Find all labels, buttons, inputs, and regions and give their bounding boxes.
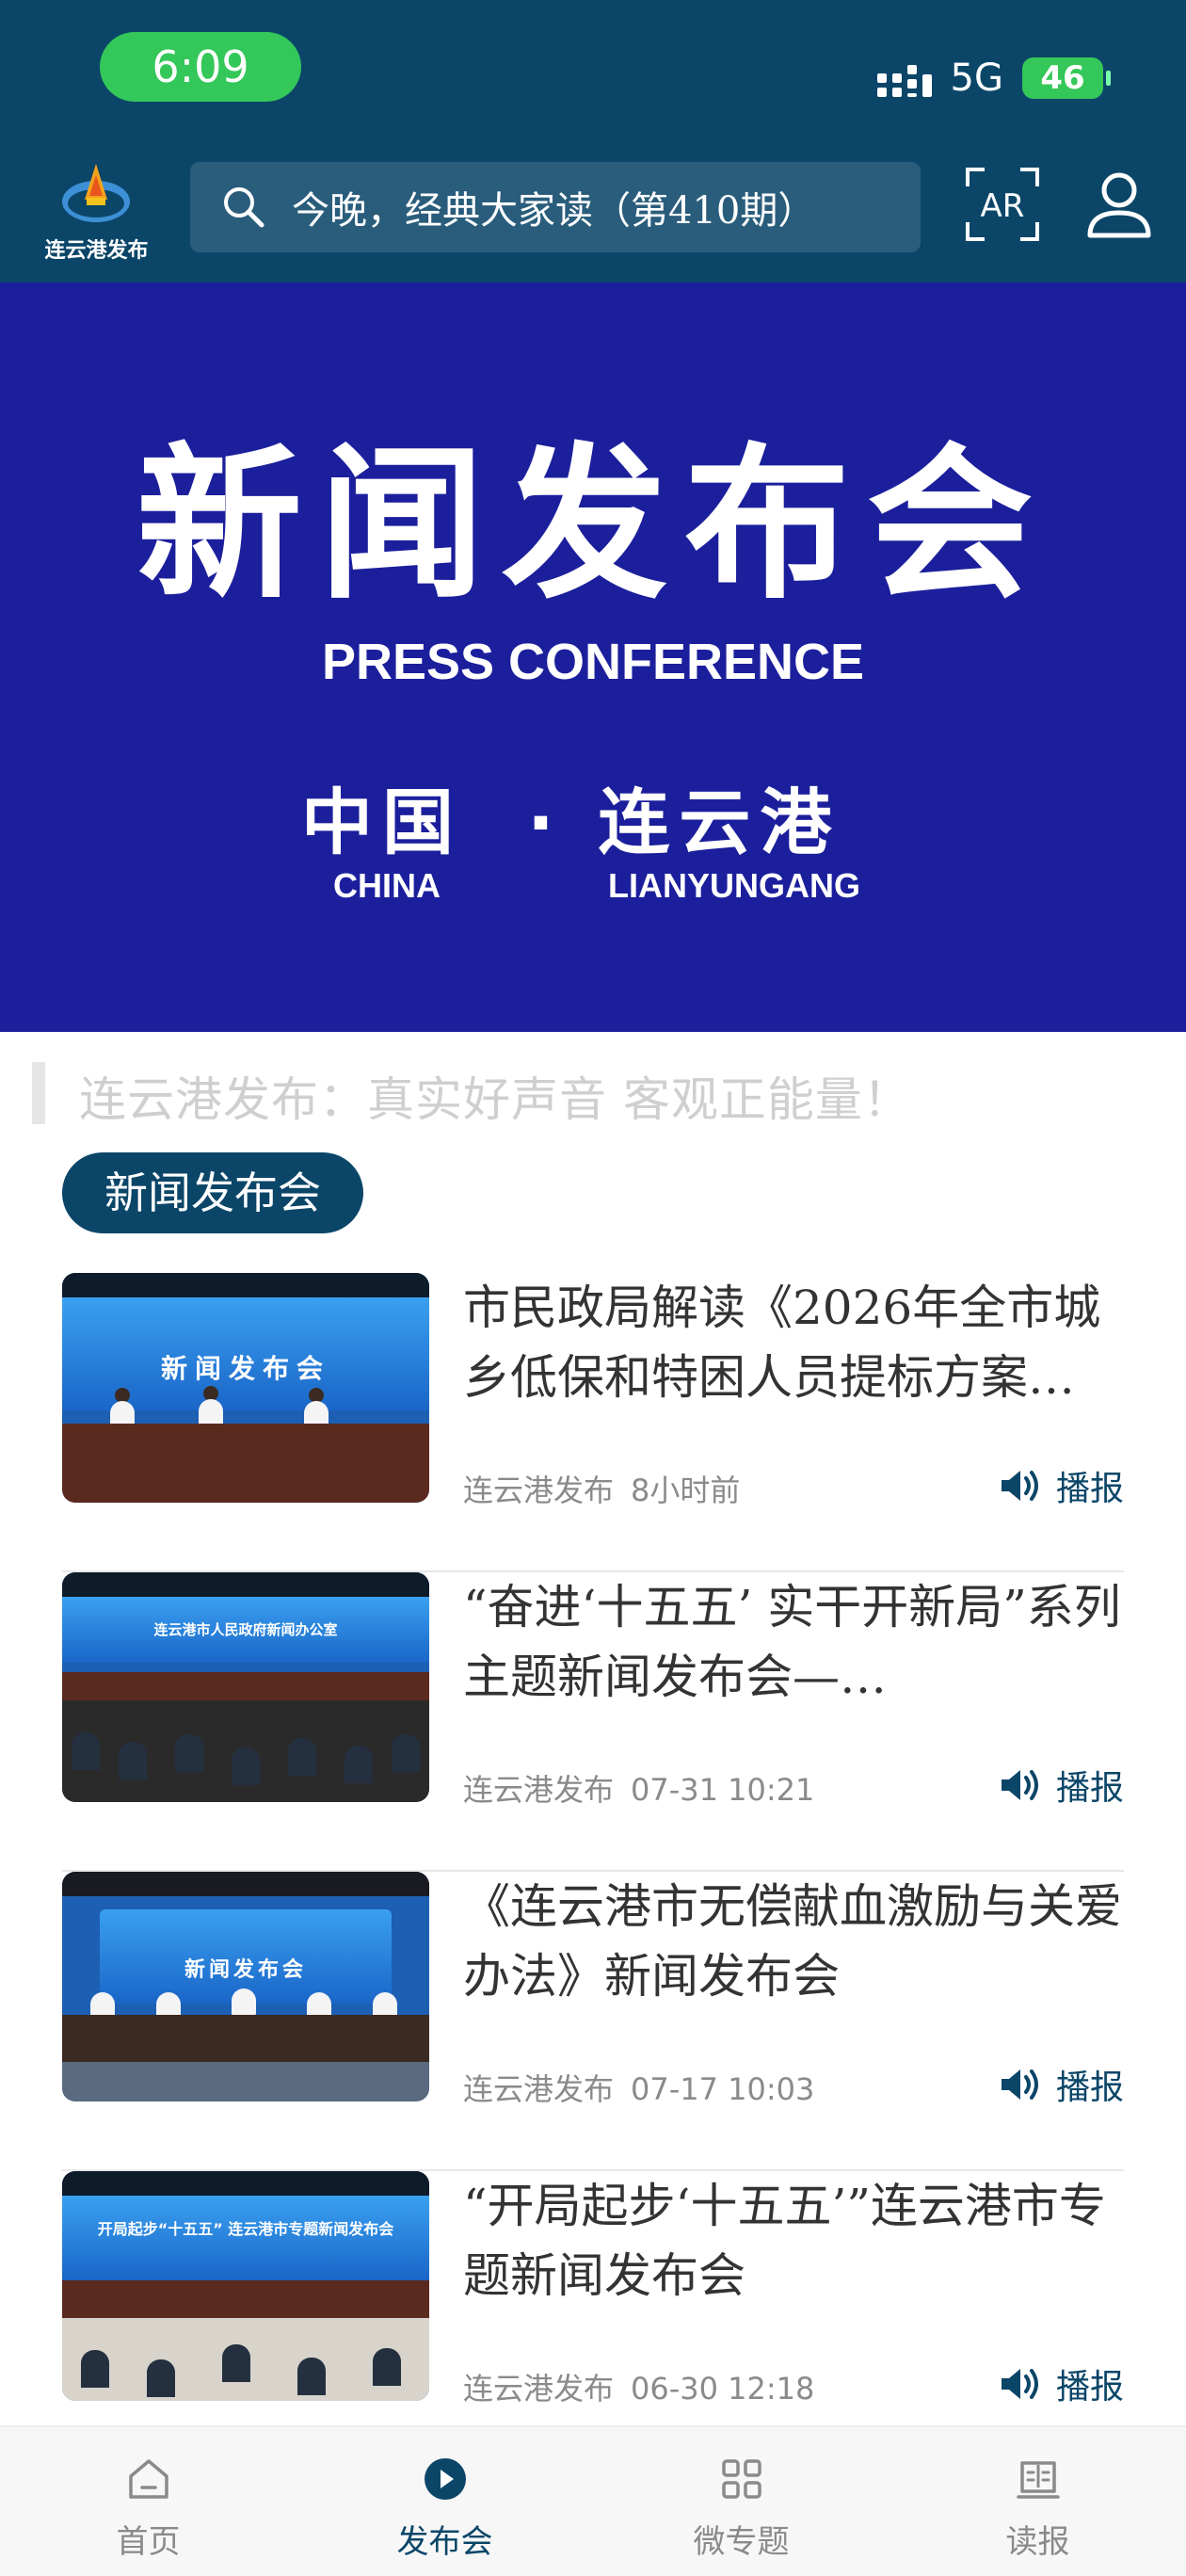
news-title: “奋进‘十五五’ 实干开新局”系列主题新闻发布会—… bbox=[463, 1580, 1121, 1704]
tab-topics[interactable]: 微专题 bbox=[593, 2427, 890, 2576]
speaker-icon bbox=[1001, 2369, 1038, 2399]
tab-press-conference[interactable]: 发布会 bbox=[296, 2427, 593, 2576]
news-title: “开局起步‘十五五’”连云港市专题新闻发布会 bbox=[463, 2179, 1106, 2303]
broadcast-button[interactable]: 播报 bbox=[998, 2359, 1124, 2408]
battery-level: 46 bbox=[1040, 59, 1085, 97]
search-placeholder: 今晚，经典大家读（第410期） bbox=[292, 189, 816, 233]
thumbnail-screen-text: 连云港市人民政府新闻办公室 bbox=[153, 1621, 338, 1638]
news-source: 连云港发布 bbox=[463, 2371, 615, 2407]
speaker-icon bbox=[1001, 1471, 1038, 1501]
home-icon bbox=[128, 2459, 168, 2499]
tab-home[interactable]: 首页 bbox=[0, 2427, 296, 2576]
thumbnail-screen-text: 开局起步“十五五” 连云港市专题新闻发布会 bbox=[97, 2220, 394, 2238]
broadcast-label: 播报 bbox=[1055, 1769, 1124, 1808]
news-thumbnail: 连云港市人民政府新闻办公室 bbox=[62, 1572, 429, 1802]
broadcast-button[interactable]: 播报 bbox=[998, 1461, 1124, 1510]
news-title: 市民政局解读《2026年全市城乡低保和特困人员提标方案… bbox=[463, 1280, 1101, 1405]
broadcast-label: 播报 bbox=[1055, 1470, 1124, 1508]
banner-title-en: PRESS CONFERENCE bbox=[321, 634, 865, 690]
newspaper-icon bbox=[1016, 2461, 1060, 2499]
banner-place-china: 中国 bbox=[301, 781, 463, 864]
slogan-marker bbox=[32, 1062, 45, 1124]
logo-text: 连云港发布 bbox=[44, 238, 149, 263]
status-time: 6:09 bbox=[100, 32, 301, 102]
thumbnail-screen-text: 新闻发布会 bbox=[184, 1958, 307, 1982]
news-meta: 连云港发布 8小时前 bbox=[463, 1467, 740, 1510]
user-profile-icon[interactable] bbox=[1081, 166, 1158, 243]
network-type: 5G bbox=[950, 56, 1003, 100]
news-source: 连云港发布 bbox=[463, 1772, 615, 1808]
news-time: 07-31 10:21 bbox=[631, 1772, 815, 1808]
app-header: 6:09 5G 46 连云港发布 今晚，经典大家读（第410期） AR bbox=[0, 0, 1186, 282]
banner-place-china-en: CHINA bbox=[333, 866, 441, 905]
play-icon bbox=[424, 2458, 466, 2500]
search-bar[interactable]: 今晚，经典大家读（第410期） bbox=[190, 162, 921, 252]
status-indicators: 5G 46 bbox=[876, 55, 1111, 102]
slogan-text: 连云港发布：真实好声音 客观正能量！ bbox=[79, 1072, 911, 1127]
news-item[interactable]: 新闻发布会 《连云港市无偿献血激励与关爱办法》新闻发布会 连云港发布 07-17 … bbox=[62, 1872, 1124, 2171]
app-logo[interactable]: 连云港发布 bbox=[38, 153, 155, 266]
news-thumbnail: 新闻发布会 bbox=[62, 1872, 429, 2101]
news-time: 8小时前 bbox=[631, 1473, 741, 1508]
news-meta: 连云港发布 07-31 10:21 bbox=[463, 1766, 814, 1810]
battery-icon: 46 bbox=[1022, 57, 1111, 99]
banner-place-lyg-en: LIANYUNGANG bbox=[608, 866, 860, 905]
news-item[interactable]: 连云港市人民政府新闻办公室 “奋进‘十五五’ 实干开新局”系列主题新闻发布会—…… bbox=[62, 1572, 1124, 1872]
tab-label: 首页 bbox=[116, 2523, 181, 2561]
news-time: 07-17 10:03 bbox=[631, 2071, 815, 2107]
grid-icon bbox=[721, 2459, 761, 2499]
ar-scan-button[interactable]: AR bbox=[964, 166, 1041, 243]
press-conference-banner[interactable]: 新闻发布会 PRESS CONFERENCE 中国 · 连云港 CHINA LI… bbox=[0, 282, 1186, 1032]
tab-label: 微专题 bbox=[693, 2523, 790, 2561]
news-item[interactable]: 新闻发布会 市民政局解读《2026年全市城乡低保和特困人员提标方案… 连云港发布… bbox=[62, 1273, 1124, 1572]
news-meta: 连云港发布 06-30 12:18 bbox=[463, 2365, 814, 2408]
bottom-tab-bar: 首页 发布会 微专题 读报 bbox=[0, 2425, 1186, 2576]
broadcast-button[interactable]: 播报 bbox=[998, 1761, 1124, 1810]
tab-label: 读报 bbox=[1005, 2523, 1070, 2561]
speaker-icon bbox=[1001, 2069, 1038, 2100]
section-title-pill: 新闻发布会 bbox=[62, 1152, 363, 1233]
banner-place-lyg: · 连云港 bbox=[527, 781, 841, 864]
news-source: 连云港发布 bbox=[463, 2071, 615, 2107]
search-icon bbox=[224, 187, 264, 228]
thumbnail-screen-text: 新闻发布会 bbox=[160, 1353, 330, 1384]
news-meta: 连云港发布 07-17 10:03 bbox=[463, 2066, 814, 2109]
banner-title-cn: 新闻发布会 bbox=[136, 428, 1050, 621]
broadcast-button[interactable]: 播报 bbox=[998, 2060, 1124, 2109]
tab-label: 发布会 bbox=[396, 2523, 493, 2561]
news-thumbnail: 开局起步“十五五” 连云港市专题新闻发布会 bbox=[62, 2171, 429, 2401]
news-thumbnail: 新闻发布会 bbox=[62, 1273, 429, 1503]
cellular-signal-icon bbox=[876, 59, 932, 97]
news-source: 连云港发布 bbox=[463, 1473, 615, 1508]
news-time: 06-30 12:18 bbox=[631, 2371, 815, 2407]
news-title: 《连云港市无偿献血激励与关爱办法》新闻发布会 bbox=[463, 1879, 1122, 2004]
broadcast-label: 播报 bbox=[1055, 2368, 1124, 2407]
tab-newspaper[interactable]: 读报 bbox=[890, 2427, 1186, 2576]
news-item[interactable]: 开局起步“十五五” 连云港市专题新闻发布会 “开局起步‘十五五’”连云港市专题新… bbox=[62, 2171, 1124, 2425]
broadcast-label: 播报 bbox=[1055, 2069, 1124, 2107]
ar-label: AR bbox=[981, 187, 1025, 225]
speaker-icon bbox=[1001, 1770, 1038, 1800]
logo-icon bbox=[62, 164, 130, 222]
